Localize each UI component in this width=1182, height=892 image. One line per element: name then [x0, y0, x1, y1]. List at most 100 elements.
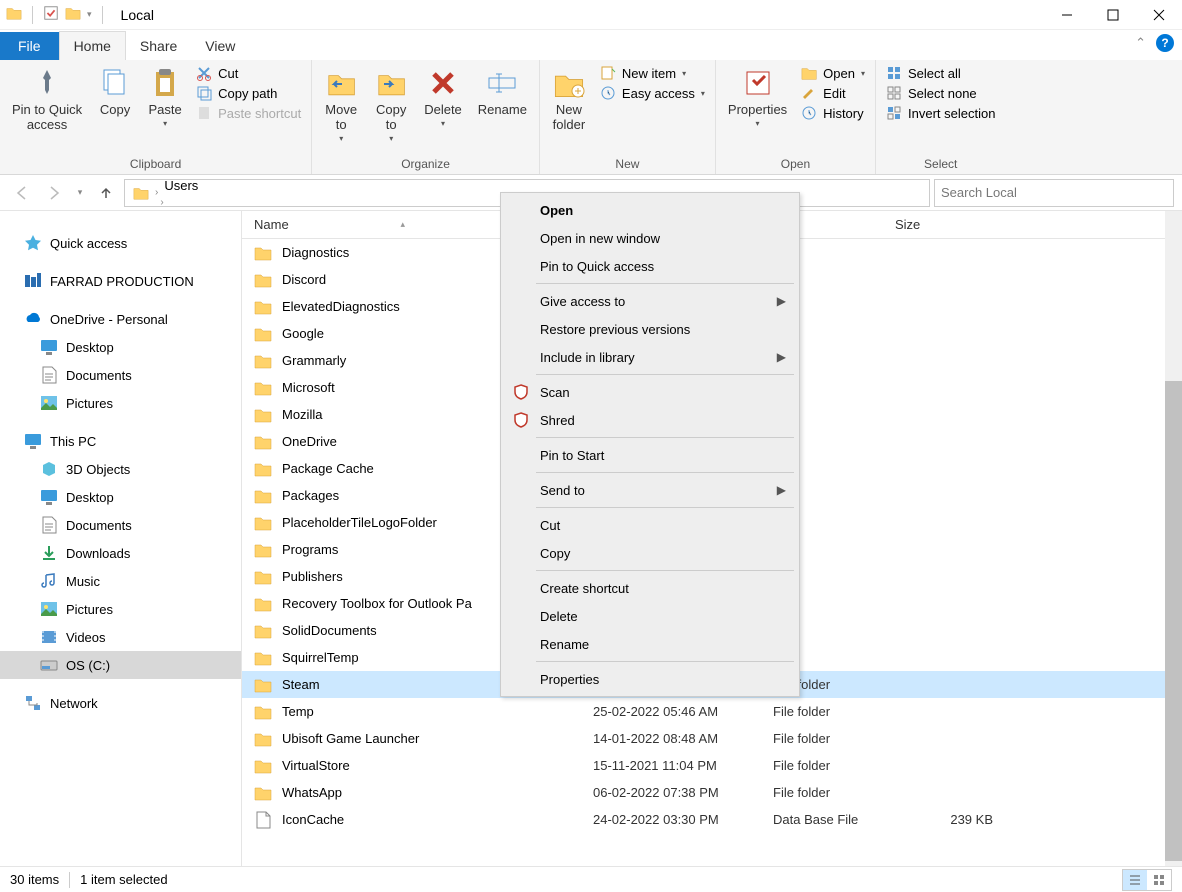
cm-shred[interactable]: Shred [504, 406, 796, 434]
cm-include[interactable]: Include in library▶ [504, 343, 796, 371]
cm-delete[interactable]: Delete [504, 602, 796, 630]
sidebar-od-desktop[interactable]: Desktop [0, 333, 241, 361]
scroll-thumb[interactable] [1165, 381, 1182, 861]
ribbon: Pin to Quick access Copy Paste ▾ Cut Cop… [0, 60, 1182, 175]
sidebar-onedrive[interactable]: OneDrive - Personal [0, 305, 241, 333]
file-size: 239 KB [923, 812, 1023, 827]
minimize-button[interactable] [1044, 0, 1090, 30]
folder-icon [254, 487, 272, 505]
cm-cut[interactable]: Cut [504, 511, 796, 539]
cm-send-to[interactable]: Send to▶ [504, 476, 796, 504]
sidebar-network[interactable]: Network [0, 689, 241, 717]
folder-icon [254, 460, 272, 478]
file-name: Ubisoft Game Launcher [282, 731, 593, 746]
open-button[interactable]: Open ▾ [797, 64, 869, 82]
folder-icon [254, 595, 272, 613]
tab-share[interactable]: Share [126, 32, 191, 60]
copy-button[interactable]: Copy [92, 64, 138, 119]
file-icon [254, 811, 272, 829]
breadcrumb[interactable]: Users [160, 179, 219, 193]
cm-create-shortcut[interactable]: Create shortcut [504, 574, 796, 602]
checkbox-icon[interactable] [43, 5, 59, 24]
copy-path-button[interactable]: Copy path [192, 84, 305, 102]
ribbon-group-label: Clipboard [130, 157, 181, 174]
up-button[interactable] [92, 179, 120, 207]
cm-pin-start[interactable]: Pin to Start [504, 441, 796, 469]
sidebar-downloads[interactable]: Downloads [0, 539, 241, 567]
folder-icon [254, 730, 272, 748]
maximize-button[interactable] [1090, 0, 1136, 30]
invert-selection-button[interactable]: Invert selection [882, 104, 999, 122]
sidebar-os-c[interactable]: OS (C:) [0, 651, 241, 679]
cm-open-new[interactable]: Open in new window [504, 224, 796, 252]
file-name: WhatsApp [282, 785, 593, 800]
menu-tabs: File Home Share View ⌃ ? [0, 30, 1182, 60]
tab-file[interactable]: File [0, 32, 59, 60]
folder-icon [254, 568, 272, 586]
cm-scan[interactable]: Scan [504, 378, 796, 406]
details-view-button[interactable] [1123, 870, 1147, 890]
delete-button[interactable]: Delete▾ [418, 64, 468, 130]
cm-give-access[interactable]: Give access to▶ [504, 287, 796, 315]
scrollbar[interactable] [1165, 211, 1182, 866]
sidebar-od-documents[interactable]: Documents [0, 361, 241, 389]
paste-button[interactable]: Paste ▾ [142, 64, 188, 130]
dropdown-icon[interactable]: ▾ [87, 9, 92, 20]
chevron-up-icon[interactable]: ⌃ [1135, 35, 1146, 51]
sidebar-farrad[interactable]: FARRAD PRODUCTION [0, 267, 241, 295]
paste-shortcut-button[interactable]: Paste shortcut [192, 104, 305, 122]
sidebar-pictures[interactable]: Pictures [0, 595, 241, 623]
forward-button[interactable] [40, 179, 68, 207]
search-input[interactable]: Search Local [934, 179, 1174, 207]
cm-open[interactable]: Open [504, 196, 796, 224]
recent-dropdown[interactable]: ▾ [72, 179, 88, 207]
select-all-button[interactable]: Select all [882, 64, 999, 82]
sidebar-quick-access[interactable]: Quick access [0, 229, 241, 257]
table-row[interactable]: VirtualStore15-11-2021 11:04 PMFile fold… [242, 752, 1182, 779]
sidebar-music[interactable]: Music [0, 567, 241, 595]
cm-rename[interactable]: Rename [504, 630, 796, 658]
new-item-button[interactable]: New item ▾ [596, 64, 709, 82]
cm-restore[interactable]: Restore previous versions [504, 315, 796, 343]
move-to-button[interactable]: Move to▾ [318, 64, 364, 145]
folder-icon [254, 325, 272, 343]
select-none-button[interactable]: Select none [882, 84, 999, 102]
cut-button[interactable]: Cut [192, 64, 305, 82]
help-icon[interactable]: ? [1156, 34, 1174, 52]
properties-button[interactable]: Properties▾ [722, 64, 793, 130]
file-date: 25-02-2022 05:46 AM [593, 704, 773, 719]
pin-to-quick-access-button[interactable]: Pin to Quick access [6, 64, 88, 134]
sidebar-3d[interactable]: 3D Objects [0, 455, 241, 483]
sidebar-this-pc[interactable]: This PC [0, 427, 241, 455]
folder-icon [254, 406, 272, 424]
icons-view-button[interactable] [1147, 870, 1171, 890]
sidebar-od-pictures[interactable]: Pictures [0, 389, 241, 417]
file-name: IconCache [282, 812, 593, 827]
file-type: File folder [773, 704, 923, 719]
table-row[interactable]: Ubisoft Game Launcher14-01-2022 08:48 AM… [242, 725, 1182, 752]
easy-access-button[interactable]: Easy access ▾ [596, 84, 709, 102]
back-button[interactable] [8, 179, 36, 207]
sidebar-videos[interactable]: Videos [0, 623, 241, 651]
table-row[interactable]: IconCache24-02-2022 03:30 PMData Base Fi… [242, 806, 1182, 833]
sidebar-desktop[interactable]: Desktop [0, 483, 241, 511]
new-folder-button[interactable]: New folder [546, 64, 592, 134]
folder-icon [254, 703, 272, 721]
copy-to-button[interactable]: Copy to▾ [368, 64, 414, 145]
rename-button[interactable]: Rename [472, 64, 533, 119]
tab-view[interactable]: View [191, 32, 249, 60]
sidebar-documents[interactable]: Documents [0, 511, 241, 539]
history-button[interactable]: History [797, 104, 869, 122]
cm-properties[interactable]: Properties [504, 665, 796, 693]
close-button[interactable] [1136, 0, 1182, 30]
cm-pin-quick[interactable]: Pin to Quick access [504, 252, 796, 280]
selection-count: 1 item selected [80, 872, 167, 887]
edit-button[interactable]: Edit [797, 84, 869, 102]
folder-icon [129, 185, 153, 201]
table-row[interactable]: Temp25-02-2022 05:46 AMFile folder [242, 698, 1182, 725]
tab-home[interactable]: Home [59, 31, 126, 60]
table-row[interactable]: WhatsApp06-02-2022 07:38 PMFile folder [242, 779, 1182, 806]
folder-icon [254, 514, 272, 532]
cm-copy[interactable]: Copy [504, 539, 796, 567]
file-name: VirtualStore [282, 758, 593, 773]
